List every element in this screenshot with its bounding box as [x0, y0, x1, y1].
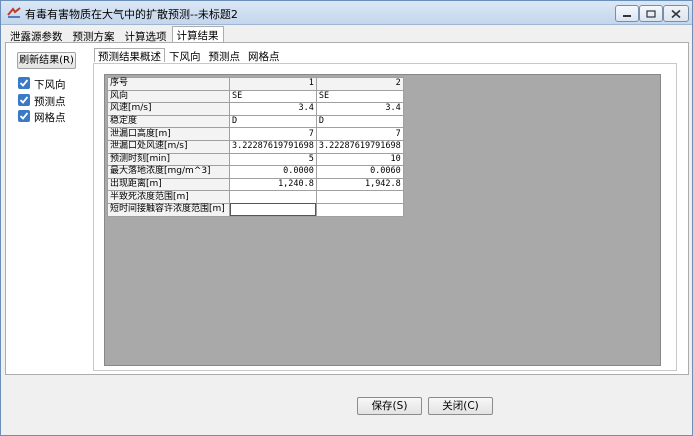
table-cell[interactable]: SE	[229, 89, 317, 104]
table-row: 泄漏口高度[m] 7 7	[107, 127, 404, 141]
checkbox-label: 下风向	[34, 79, 66, 91]
subtab-grid-point[interactable]: 网格点	[244, 48, 284, 63]
table-cell[interactable]: 0.0000	[229, 165, 317, 179]
row-label: 短时间接触容许浓度范围[m]	[107, 202, 230, 217]
table-cell[interactable]: 7	[229, 127, 317, 141]
table-cell[interactable]	[229, 190, 317, 204]
table-cell[interactable]: 3.22287619791698	[229, 139, 317, 154]
window-title: 有毒有害物质在大气中的扩散预测--未标题2	[25, 8, 238, 21]
table-cell[interactable]: 3.4	[315, 102, 404, 116]
table-row: 稳定度 D D	[107, 114, 404, 129]
row-label: 最大落地浓度[mg/m^3]	[107, 165, 230, 179]
sub-tab-bar: 预测结果概述 下风向 预测点 网格点	[94, 48, 284, 63]
row-label: 出现距离[m]	[107, 177, 230, 192]
table-cell[interactable]	[315, 202, 404, 217]
row-label: 稳定度	[107, 114, 230, 129]
maximize-icon	[646, 9, 656, 18]
table-cell[interactable]: 1,942.8	[315, 177, 404, 192]
close-button[interactable]: 关闭(C)	[428, 397, 493, 415]
table-cell[interactable]: D	[229, 114, 317, 129]
table-row: 风速[m/s] 3.4 3.4	[107, 102, 404, 116]
tab-prediction-plan[interactable]: 预测方案	[68, 27, 120, 43]
tab-calc-options[interactable]: 计算选项	[120, 27, 172, 43]
subtab-summary[interactable]: 预测结果概述	[94, 48, 165, 63]
checkbox-checked-icon	[18, 77, 30, 89]
results-grid: 序号 1 2 风向 SE SE 风速[m/s] 3.4 3.4 稳定度 D D …	[104, 74, 661, 366]
table-row: 泄漏口处风速[m/s] 3.22287619791698 3.222876197…	[107, 139, 404, 154]
main-tab-bar: 泄露源参数 预测方案 计算选项 计算结果	[5, 26, 224, 44]
table-cell[interactable]: 7	[315, 127, 404, 141]
subtab-prediction-point[interactable]: 预测点	[205, 48, 245, 63]
row-label: 预测时刻[min]	[107, 152, 230, 167]
close-window-button[interactable]	[663, 5, 689, 22]
minimize-icon	[623, 14, 631, 17]
header-cell: 序号	[107, 77, 230, 91]
table-header-row: 序号 1 2	[107, 77, 404, 91]
table-cell[interactable]: SE	[315, 89, 404, 104]
close-icon	[671, 9, 681, 18]
table-cell[interactable]	[315, 190, 404, 204]
row-label: 半致死浓度范围[m]	[107, 190, 230, 204]
table-row: 最大落地浓度[mg/m^3] 0.0000 0.0060	[107, 165, 404, 179]
save-button[interactable]: 保存(S)	[357, 397, 422, 415]
table-cell[interactable]: 1,240.8	[229, 177, 317, 192]
app-window: 有毒有害物质在大气中的扩散预测--未标题2 泄露源参数 预测方案 计算选项 计算结果 …	[0, 0, 693, 436]
tab-source-params[interactable]: 泄露源参数	[5, 27, 68, 43]
table-row: 半致死浓度范围[m]	[107, 190, 404, 204]
results-panel: 刷新结果(R) 下风向 预测点 网格点 预测结果概述 下风向 预测点 网格点 序…	[5, 42, 689, 375]
summary-panel: 序号 1 2 风向 SE SE 风速[m/s] 3.4 3.4 稳定度 D D …	[93, 63, 677, 371]
results-table: 序号 1 2 风向 SE SE 风速[m/s] 3.4 3.4 稳定度 D D …	[107, 77, 404, 217]
app-logo-icon	[7, 7, 21, 18]
table-cell-editor[interactable]	[229, 202, 317, 217]
table-row: 风向 SE SE	[107, 89, 404, 104]
table-cell[interactable]: D	[315, 114, 404, 129]
header-cell: 2	[315, 77, 404, 91]
table-row: 短时间接触容许浓度范围[m]	[107, 202, 404, 217]
row-label: 泄漏口高度[m]	[107, 127, 230, 141]
table-row: 出现距离[m] 1,240.8 1,942.8	[107, 177, 404, 192]
minimize-button[interactable]	[615, 5, 639, 22]
table-cell[interactable]: 3.4	[229, 102, 317, 116]
checkbox-label: 预测点	[34, 96, 66, 108]
row-label: 风向	[107, 89, 230, 104]
header-cell: 1	[229, 77, 317, 91]
row-label: 泄漏口处风速[m/s]	[107, 139, 230, 154]
table-cell[interactable]: 3.22287619791698	[315, 139, 404, 154]
checkbox-checked-icon	[18, 110, 30, 122]
refresh-results-button[interactable]: 刷新结果(R)	[17, 52, 76, 69]
subtab-downwind[interactable]: 下风向	[165, 48, 205, 63]
maximize-button[interactable]	[639, 5, 663, 22]
table-cell[interactable]: 0.0060	[315, 165, 404, 179]
table-row: 预测时刻[min] 5 10	[107, 152, 404, 167]
title-bar: 有毒有害物质在大气中的扩散预测--未标题2	[1, 1, 692, 25]
table-cell[interactable]: 10	[315, 152, 404, 167]
table-cell[interactable]: 5	[229, 152, 317, 167]
checkbox-label: 网格点	[34, 112, 66, 124]
row-label: 风速[m/s]	[107, 102, 230, 116]
checkbox-checked-icon	[18, 94, 30, 106]
